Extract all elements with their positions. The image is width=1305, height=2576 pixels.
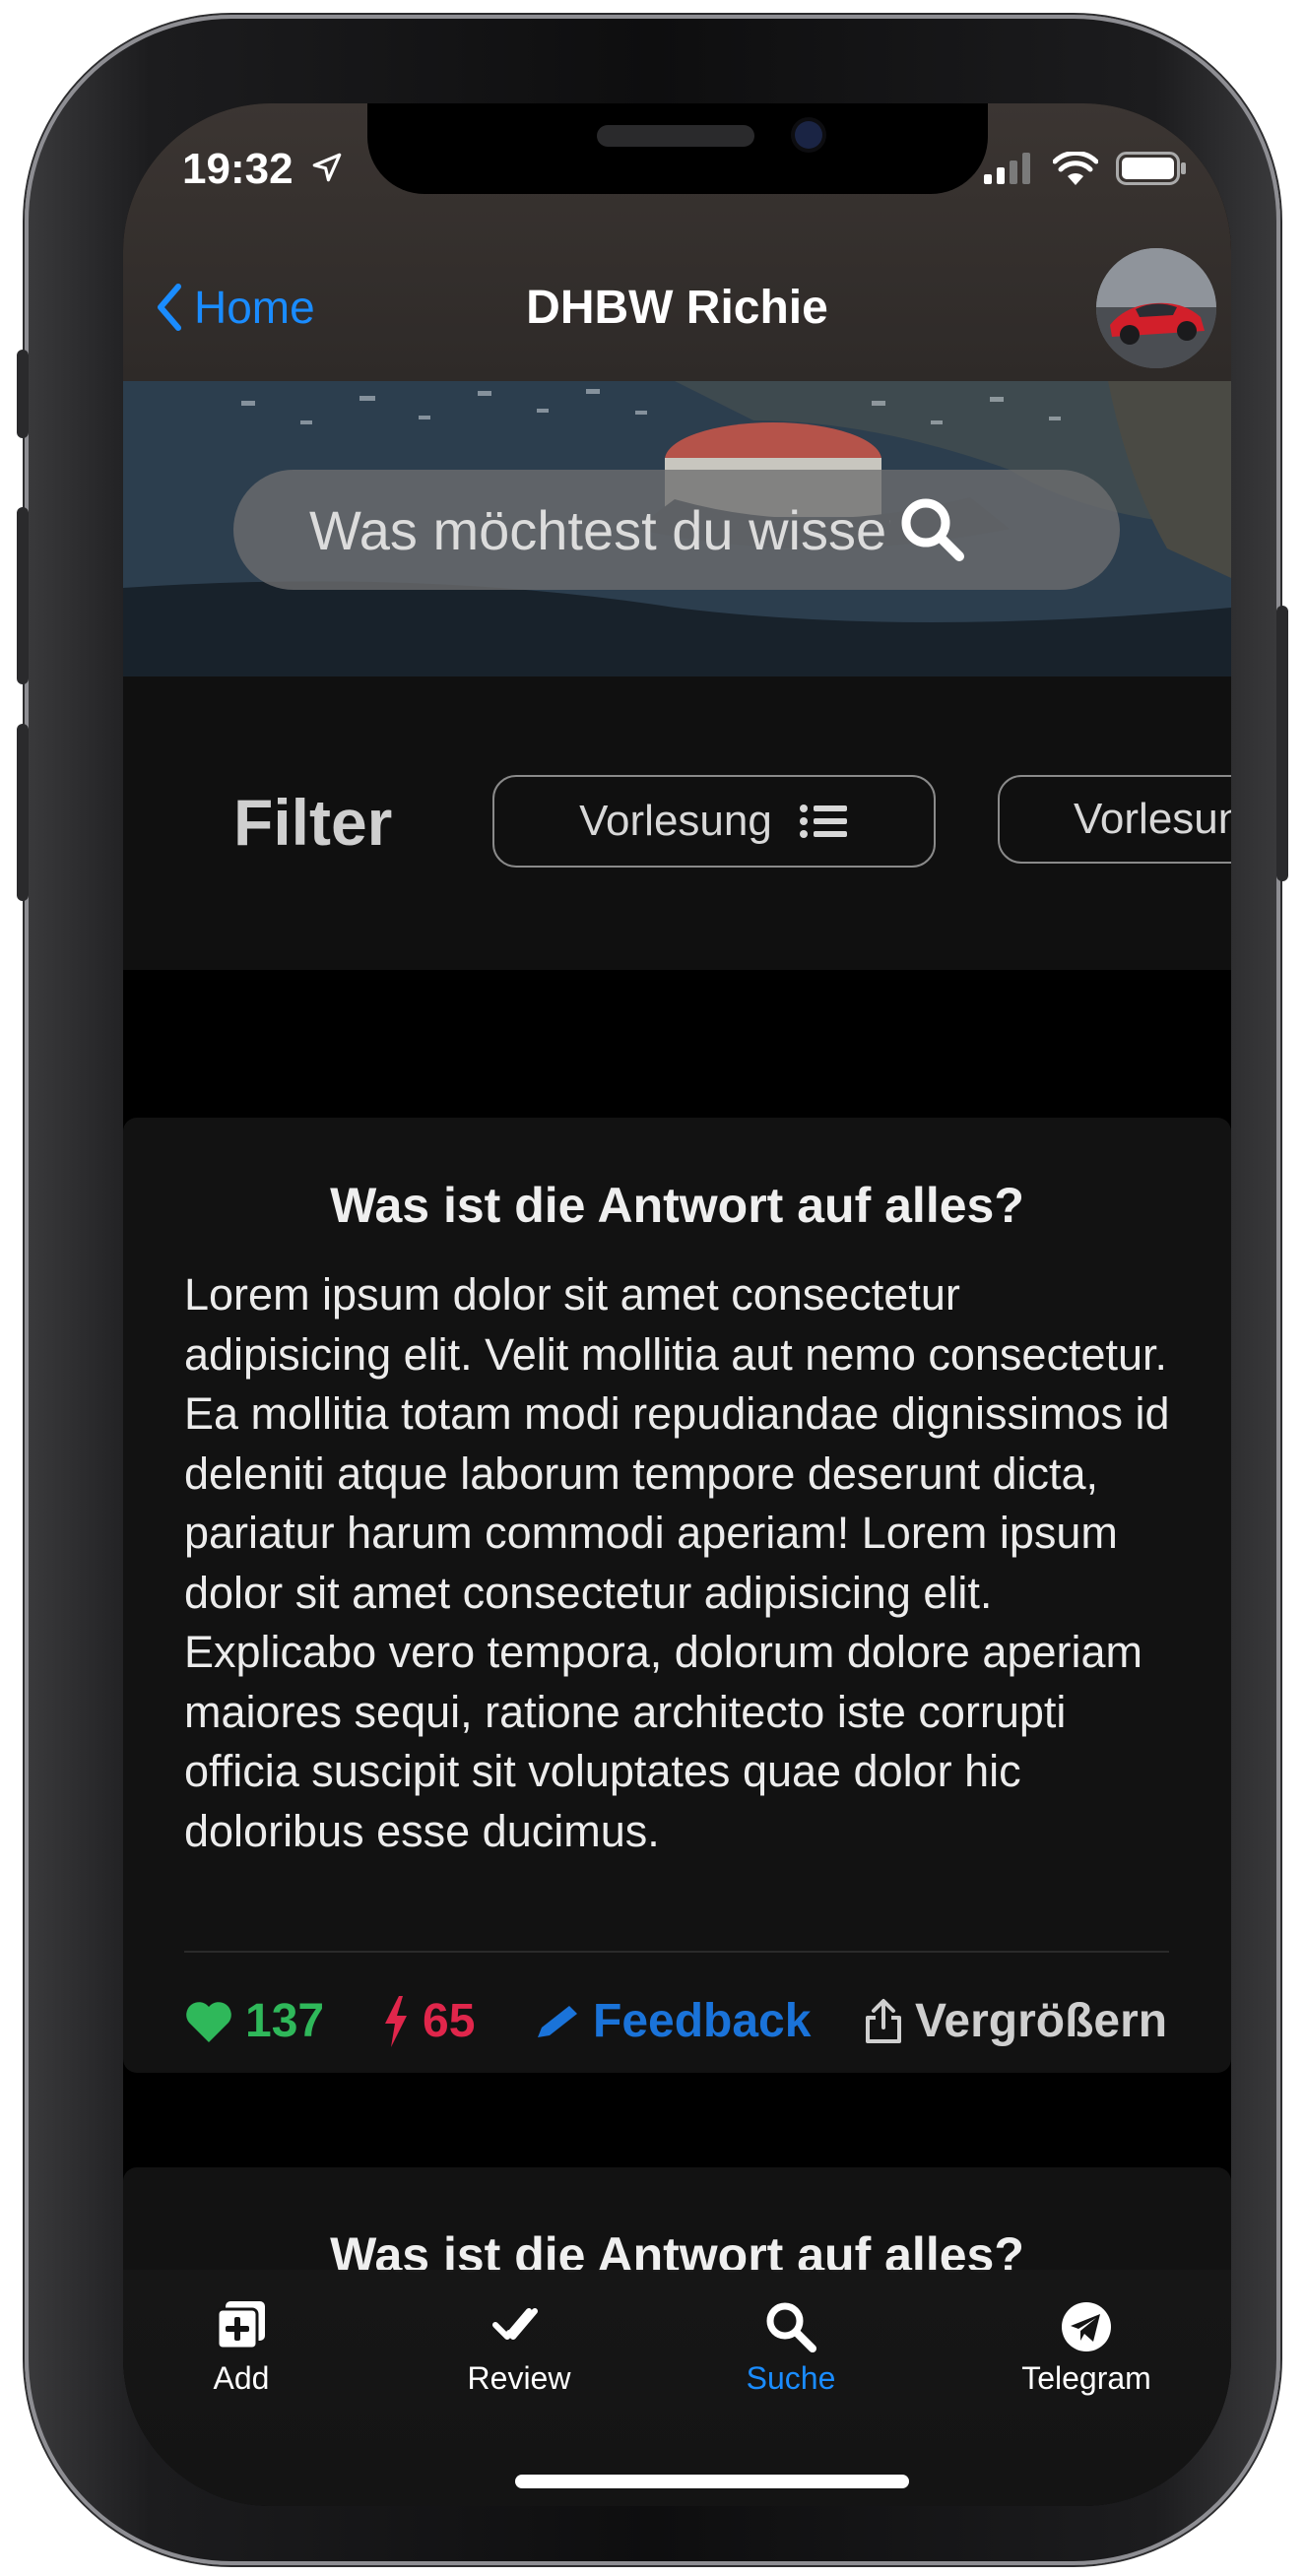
avatar[interactable] [1096, 248, 1216, 368]
lightning-icon [385, 1995, 407, 2047]
pencil-icon [538, 2005, 577, 2037]
filter-chip-label: Vorlesung [579, 797, 772, 845]
tab-suche[interactable]: Suche [692, 2299, 889, 2397]
tab-label: Telegram [1021, 2360, 1151, 2396]
telegram-icon [1062, 2302, 1111, 2351]
volume-up-button [17, 507, 29, 684]
double-check-icon [492, 2308, 538, 2340]
flash-count: 65 [423, 1995, 476, 2047]
search-bar[interactable]: Was möchtest du wissen? [233, 470, 1120, 590]
heart-icon [186, 2001, 231, 2042]
search-icon [766, 2302, 816, 2352]
status-time: 19:32 [182, 145, 294, 193]
power-button [1276, 606, 1288, 881]
enlarge-button[interactable]: Vergrößern [864, 1994, 1167, 2048]
filter-chip-vorlesung-2[interactable]: Vorlesung [998, 775, 1231, 864]
tab-review[interactable]: Review [421, 2299, 618, 2397]
status-indicators [984, 151, 1187, 186]
notch [367, 103, 988, 194]
location-arrow-icon [312, 153, 342, 182]
share-icon [866, 1998, 901, 2043]
phone-frame: 19:32 Home DHBW Richie Was möchtest du w… [17, 15, 1288, 2565]
card-title: Was ist die Antwort auf alles? [330, 1178, 1024, 1233]
wifi-icon [1053, 152, 1098, 185]
home-indicator[interactable] [515, 2475, 909, 2488]
like-button[interactable]: 137 [184, 1994, 324, 2048]
tab-bar: Add Review Suche Telegram [123, 2270, 1231, 2506]
filter-label: Filter [233, 786, 393, 859]
battery-icon [1116, 152, 1186, 185]
tab-label: Review [467, 2360, 571, 2396]
search-input[interactable]: Was möchtest du wissen? [309, 498, 890, 562]
flash-button[interactable]: 65 [381, 1994, 475, 2048]
question-card: Was ist die Antwort auf alles? Lorem ips… [123, 1118, 1231, 2073]
card-actions: 137 65 Feedback Vergrößern [184, 1994, 1169, 2053]
feedback-label: Feedback [593, 1995, 812, 2047]
top-bar: 19:32 Home DHBW Richie [123, 103, 1231, 381]
enlarge-label: Vergrößern [915, 1995, 1168, 2047]
list-icon [799, 805, 847, 838]
tab-label: Add [213, 2360, 270, 2396]
filter-chip-vorlesung[interactable]: Vorlesung [492, 775, 936, 868]
page-title: DHBW Richie [526, 282, 828, 334]
like-count: 137 [245, 1995, 325, 2047]
avatar-car-image [1096, 248, 1216, 368]
card-divider [184, 1951, 1169, 1953]
card-body: Lorem ipsum dolor sit amet consectetur a… [184, 1269, 1170, 1856]
feedback-button[interactable]: Feedback [534, 1994, 811, 2048]
filter-section: Filter Vorlesung Vorlesung [123, 676, 1231, 970]
tab-label: Suche [746, 2360, 836, 2396]
cellular-signal-icon [984, 153, 1030, 184]
tab-add[interactable]: Add [143, 2299, 340, 2397]
add-square-icon [216, 2301, 265, 2351]
tab-telegram[interactable]: Telegram [988, 2299, 1185, 2397]
filter-chip-label: Vorlesung [1074, 795, 1231, 843]
earpiece-speaker [597, 125, 754, 147]
mute-switch [17, 350, 29, 438]
search-icon[interactable] [898, 495, 967, 564]
phone-screen: 19:32 Home DHBW Richie Was möchtest du w… [123, 103, 1231, 2506]
hero-banner: Was möchtest du wissen? [123, 381, 1231, 676]
volume-down-button [17, 724, 29, 901]
front-camera [795, 121, 822, 149]
